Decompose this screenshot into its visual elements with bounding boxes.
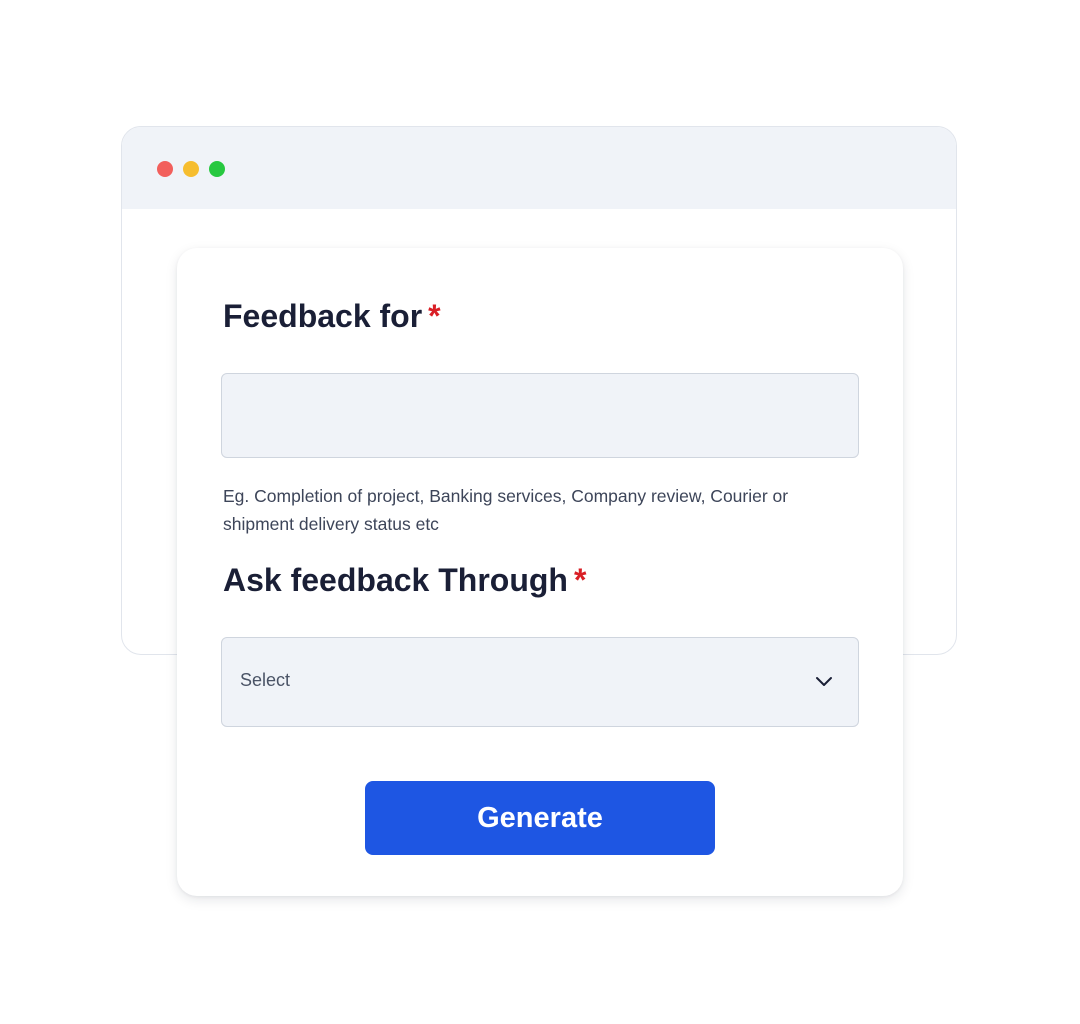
ask-feedback-through-label: Ask feedback Through [223, 562, 568, 598]
generate-button[interactable]: Generate [365, 781, 715, 855]
select-value: Select [240, 670, 291, 690]
feedback-for-heading: Feedback for * [223, 298, 441, 335]
required-mark: * [573, 562, 587, 598]
feedback-for-input[interactable] [221, 373, 859, 458]
maximize-window-dot[interactable] [209, 161, 225, 177]
feedback-for-label: Feedback for [223, 298, 423, 334]
ask-feedback-through-select[interactable]: Select [221, 637, 859, 727]
minimize-window-dot[interactable] [183, 161, 199, 177]
close-window-dot[interactable] [157, 161, 173, 177]
title-bar [122, 127, 956, 209]
feedback-for-help-text: Eg. Completion of project, Banking servi… [223, 486, 789, 534]
feedback-form-card: Feedback for * Eg. Completion of project,… [177, 248, 903, 896]
chevron-down-icon [816, 677, 832, 686]
ask-feedback-through-heading: Ask feedback Through * [223, 562, 586, 599]
required-mark: * [428, 298, 441, 334]
